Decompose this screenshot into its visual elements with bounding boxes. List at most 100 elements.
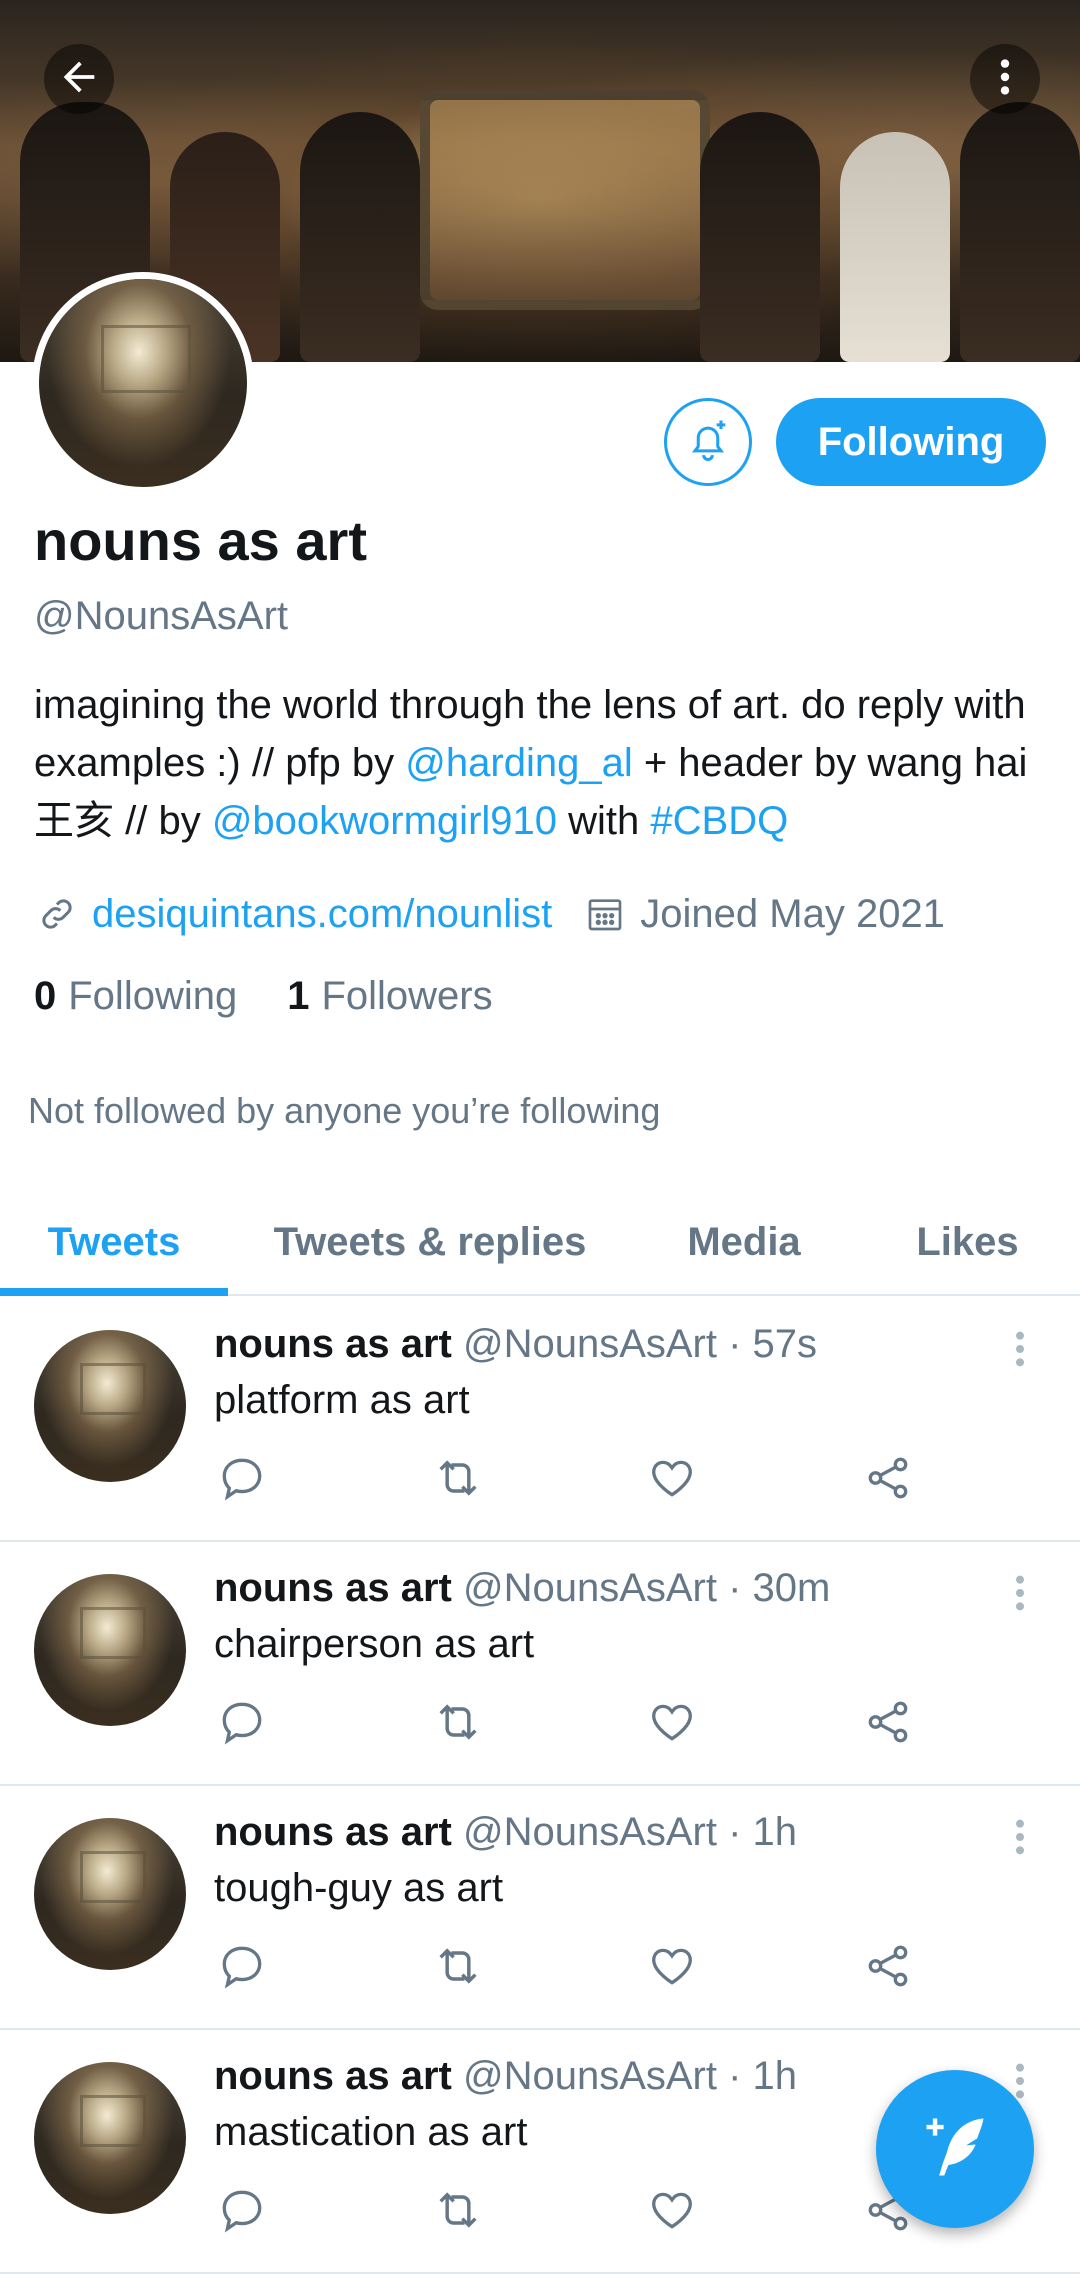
profile-tabs: Tweets Tweets & replies Media Likes bbox=[0, 1190, 1080, 1296]
like-button[interactable] bbox=[644, 1938, 700, 1994]
followers-count-link[interactable]: 1 Followers bbox=[287, 974, 492, 1019]
header-art-window bbox=[420, 90, 710, 310]
header-art-figure bbox=[840, 132, 950, 362]
following-count-link[interactable]: 0 Following bbox=[34, 974, 237, 1019]
reply-icon bbox=[222, 2190, 262, 2233]
tweet-author-name: nouns as art bbox=[214, 1322, 452, 1366]
tweet-author-name: nouns as art bbox=[214, 1810, 452, 1854]
avatar-image bbox=[34, 1330, 186, 1482]
like-icon bbox=[652, 1948, 692, 1985]
tweet-handle-time: @NounsAsArt · 1h bbox=[462, 2054, 798, 2098]
active-tab-indicator bbox=[0, 1288, 228, 1296]
tweet-item[interactable]: nouns as art @NounsAsArt · 1h tough-guy … bbox=[0, 1784, 1080, 2030]
mention-link[interactable]: @bookwormgirl910 bbox=[212, 799, 557, 843]
avatar-image bbox=[39, 279, 247, 487]
tweet-avatar[interactable] bbox=[34, 1330, 186, 1482]
avatar-image bbox=[34, 2062, 186, 2214]
tweet-handle-time: @NounsAsArt · 1h bbox=[462, 1810, 798, 1854]
tweet-more-button[interactable] bbox=[1000, 1324, 1040, 1374]
more-vertical-icon bbox=[1016, 1819, 1024, 1855]
share-icon bbox=[868, 1701, 908, 1743]
reply-button[interactable] bbox=[214, 1938, 270, 1994]
header-art-figure bbox=[700, 112, 820, 362]
tweet-author-name: nouns as art bbox=[214, 2054, 452, 2098]
profile-meta: desiquintans.com/nounlist Joined May 202… bbox=[34, 886, 945, 942]
retweet-icon bbox=[439, 2192, 477, 2228]
retweet-icon bbox=[439, 1948, 477, 1984]
reply-icon bbox=[222, 1702, 262, 1745]
compose-tweet-button[interactable] bbox=[876, 2070, 1034, 2228]
like-button[interactable] bbox=[644, 2182, 700, 2238]
like-icon bbox=[652, 2192, 692, 2229]
tweet-avatar[interactable] bbox=[34, 1574, 186, 1726]
tweet-text: mastication as art bbox=[214, 2110, 528, 2154]
more-vertical-icon bbox=[1016, 1575, 1024, 1611]
more-options-button[interactable] bbox=[970, 44, 1040, 114]
arrow-left-icon bbox=[56, 54, 102, 105]
compose-tweet-icon bbox=[917, 2109, 993, 2190]
follow-counts: 0 Following 1 Followers bbox=[34, 974, 493, 1019]
reply-button[interactable] bbox=[214, 1694, 270, 1750]
tweet-header: nouns as art @NounsAsArt · 30m bbox=[214, 1566, 830, 1611]
retweet-button[interactable] bbox=[430, 2182, 486, 2238]
reply-button[interactable] bbox=[214, 2182, 270, 2238]
tab-tweets[interactable]: Tweets bbox=[0, 1190, 228, 1294]
share-icon bbox=[868, 1457, 908, 1499]
share-button[interactable] bbox=[860, 1694, 916, 1750]
tab-media[interactable]: Media bbox=[630, 1190, 858, 1294]
like-icon bbox=[652, 1704, 692, 1741]
retweet-button[interactable] bbox=[430, 1694, 486, 1750]
hashtag-link[interactable]: #CBDQ bbox=[650, 799, 788, 843]
tab-tweets-replies[interactable]: Tweets & replies bbox=[250, 1190, 610, 1294]
not-followed-note: Not followed by anyone you’re following bbox=[28, 1090, 661, 1131]
share-button[interactable] bbox=[860, 1450, 916, 1506]
share-button[interactable] bbox=[860, 1938, 916, 1994]
share-icon bbox=[868, 1945, 908, 1987]
retweet-button[interactable] bbox=[430, 1938, 486, 1994]
tab-likes[interactable]: Likes bbox=[860, 1190, 1075, 1294]
back-button[interactable] bbox=[44, 44, 114, 114]
header-art-figure bbox=[300, 112, 420, 362]
tweet-item[interactable]: nouns as art @NounsAsArt · 57s platform … bbox=[0, 1296, 1080, 1542]
reply-button[interactable] bbox=[214, 1450, 270, 1506]
header-art-figure bbox=[960, 102, 1080, 362]
bio-text: with bbox=[557, 799, 651, 843]
notifications-button[interactable] bbox=[664, 398, 752, 486]
tweet-more-button[interactable] bbox=[1000, 1812, 1040, 1862]
followers-label: Followers bbox=[321, 974, 493, 1018]
followers-count: 1 bbox=[287, 974, 310, 1018]
following-label: Following bbox=[68, 974, 238, 1018]
mention-link[interactable]: @harding_al bbox=[405, 741, 632, 785]
tweet-author-name: nouns as art bbox=[214, 1566, 452, 1610]
retweet-icon bbox=[439, 1460, 477, 1496]
tweet-handle-time: @NounsAsArt · 30m bbox=[462, 1566, 831, 1610]
website-link[interactable]: desiquintans.com/nounlist bbox=[92, 892, 552, 937]
avatar-image bbox=[34, 1574, 186, 1726]
tweet-avatar[interactable] bbox=[34, 1818, 186, 1970]
following-button[interactable]: Following bbox=[776, 398, 1046, 486]
joined-date: Joined May 2021 bbox=[640, 891, 945, 936]
tweet-header: nouns as art @NounsAsArt · 1h bbox=[214, 1810, 797, 1855]
like-button[interactable] bbox=[644, 1694, 700, 1750]
profile-bio: imagining the world through the lens of … bbox=[34, 676, 1044, 850]
retweet-button[interactable] bbox=[430, 1450, 486, 1506]
following-count: 0 bbox=[34, 974, 57, 1018]
profile-handle: @NounsAsArt bbox=[34, 594, 289, 638]
tweet-header: nouns as art @NounsAsArt · 1h bbox=[214, 2054, 797, 2099]
calendar-icon bbox=[582, 891, 628, 937]
profile-avatar[interactable] bbox=[32, 272, 254, 494]
more-vertical-icon bbox=[1016, 2063, 1024, 2099]
tweet-more-button[interactable] bbox=[1000, 1568, 1040, 1618]
tweet-item[interactable]: nouns as art @NounsAsArt · 30m chairpers… bbox=[0, 1540, 1080, 1786]
profile-display-name: nouns as art bbox=[34, 509, 367, 572]
more-vertical-icon bbox=[982, 54, 1028, 105]
tweet-text: chairperson as art bbox=[214, 1622, 535, 1666]
retweet-icon bbox=[439, 1704, 477, 1740]
tweet-avatar[interactable] bbox=[34, 2062, 186, 2214]
reply-icon bbox=[222, 1458, 262, 1501]
like-icon bbox=[652, 1460, 692, 1497]
reply-icon bbox=[222, 1946, 262, 1989]
like-button[interactable] bbox=[644, 1450, 700, 1506]
link-icon bbox=[34, 891, 80, 937]
bell-plus-icon bbox=[682, 414, 734, 471]
